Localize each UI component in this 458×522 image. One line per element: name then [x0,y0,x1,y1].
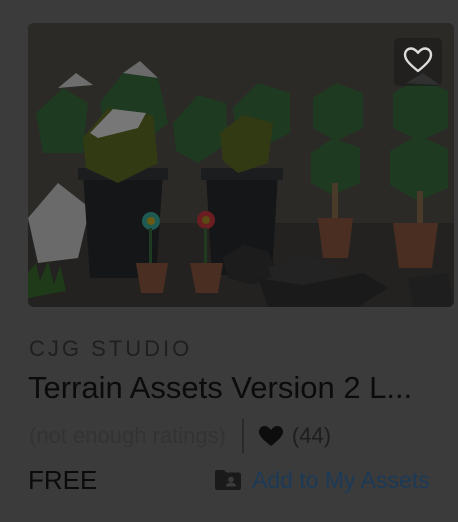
asset-thumbnail[interactable] [28,23,454,307]
publisher-name[interactable]: CJG STUDIO [29,336,192,362]
heart-filled-icon [258,425,284,447]
price-label: FREE [28,465,98,495]
ratings-row: (not enough ratings) (44) [29,419,331,453]
favorites-count: (44) [291,423,332,448]
thumbnail-illustration [28,23,454,307]
add-to-my-assets-button[interactable]: Add to My Assets [214,465,430,495]
divider [241,419,244,453]
asset-title[interactable]: Terrain Assets Version 2 L... [28,370,454,406]
add-to-my-assets-label: Add to My Assets [252,466,430,493]
heart-outline-icon [403,46,433,79]
asset-card[interactable]: CJG STUDIO Terrain Assets Version 2 L...… [0,0,458,522]
folder-user-icon [214,469,242,491]
rating-text: (not enough ratings) [29,423,226,448]
favorite-button[interactable] [394,38,442,86]
